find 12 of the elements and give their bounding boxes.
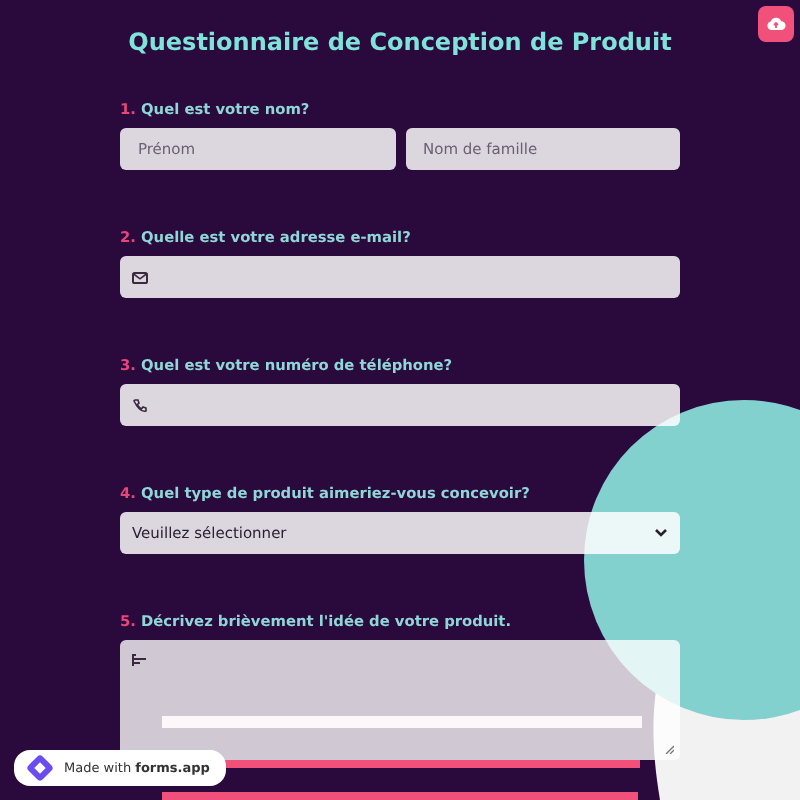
input-field[interactable] xyxy=(120,384,680,426)
phone-icon xyxy=(132,397,148,413)
chevron-down-icon xyxy=(654,528,668,538)
upload-button[interactable] xyxy=(758,6,794,42)
form-title: Questionnaire de Conception de Produit xyxy=(128,28,672,56)
envelope-icon xyxy=(132,271,148,283)
resize-grip-icon xyxy=(664,744,674,754)
input-field[interactable] xyxy=(120,256,680,298)
cloud-upload-icon xyxy=(766,16,786,32)
text-area[interactable] xyxy=(120,640,680,760)
logo-icon xyxy=(26,754,54,782)
text-lines-icon xyxy=(132,654,146,666)
